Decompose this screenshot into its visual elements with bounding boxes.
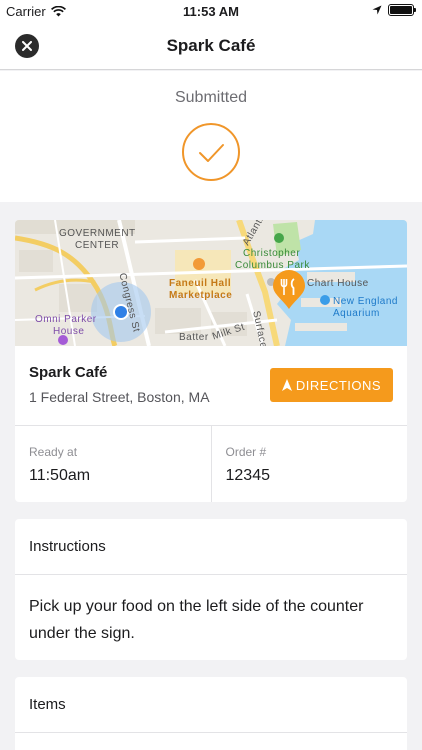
status-bar: Carrier 11:53 AM	[0, 0, 422, 22]
order-number-label: Order #	[225, 445, 267, 459]
items-header: Items	[15, 677, 407, 733]
location-arrow-icon	[372, 5, 382, 15]
order-number-value: 12345	[225, 467, 271, 484]
instructions-card: Instructions Pick up your food on the le…	[15, 519, 407, 660]
place-row: Spark Café 1 Federal Street, Boston, MA …	[15, 346, 407, 426]
check-circle-icon	[182, 123, 240, 181]
map-label-omni-parker: Omni Parker	[35, 314, 97, 325]
instructions-body: Pick up your food on the left side of th…	[29, 598, 364, 642]
map-label-aquarium: Aquarium	[333, 308, 380, 319]
ready-at-cell: Ready at 11:50am	[15, 426, 211, 502]
map-label-faneuil-marketplace: Marketplace	[169, 290, 233, 301]
location-card: GOVERNMENT CENTER Congress St Faneuil Ha…	[15, 220, 407, 502]
instructions-header: Instructions	[15, 519, 407, 575]
map-label-batter: Batter	[179, 332, 209, 343]
map-label-chart-house: Chart House	[307, 278, 369, 289]
map-label-omni-house: House	[53, 326, 85, 337]
status-icons	[372, 4, 416, 16]
battery-icon	[388, 4, 416, 16]
navigation-arrow-icon	[281, 379, 292, 391]
order-info-row: Ready at 11:50am Order # 12345	[15, 426, 407, 502]
map-label-faneuil-hall: Faneuil Hall	[169, 278, 232, 289]
order-status-label: Submitted	[174, 89, 248, 106]
instructions-heading: Instructions	[29, 538, 106, 555]
map-label-christopher: Christopher	[243, 248, 301, 259]
place-address: 1 Federal Street, Boston, MA	[29, 389, 210, 405]
ready-at-label: Ready at	[29, 445, 78, 459]
place-name: Spark Café	[29, 364, 108, 381]
order-status-section: Submitted	[0, 71, 422, 202]
map-label-government-center: GOVERNMENT	[59, 228, 136, 239]
items-card: Items	[15, 677, 407, 750]
directions-label: DIRECTIONS	[295, 377, 382, 393]
nav-bar: Spark Café	[0, 22, 422, 70]
items-heading: Items	[29, 696, 66, 713]
map-label-government-center-2: CENTER	[75, 240, 120, 251]
order-number-cell: Order # 12345	[210, 426, 408, 502]
directions-button[interactable]: DIRECTIONS	[270, 368, 393, 402]
page-title: Spark Café	[166, 36, 256, 55]
restaurant-pin-icon[interactable]	[272, 270, 306, 310]
map-label-new-england: New England	[333, 296, 398, 307]
map-view[interactable]: GOVERNMENT CENTER Congress St Faneuil Ha…	[15, 220, 407, 346]
clock: 11:53 AM	[183, 4, 239, 19]
ready-at-value: 11:50am	[29, 467, 91, 484]
